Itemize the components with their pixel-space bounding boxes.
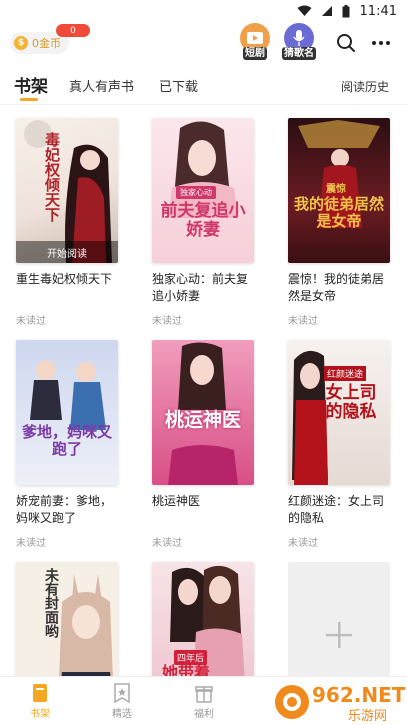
tab-audiobooks[interactable]: 真人有声书 [69,76,134,95]
reading-history-link[interactable]: 阅读历史 [341,78,389,95]
book-title: 红颜迷途：女上司的隐私 [288,494,385,525]
guess-song-label: 猜歌名 [282,47,316,60]
cover-title: 女上司的隐私 [325,383,377,422]
read-status: 未读过 [16,538,46,549]
book-card[interactable]: 红颜迷途 女上司的隐私 红颜迷途：女上司的隐私 未读过 [288,340,390,549]
plus-icon [326,621,352,648]
cover-title: 爹地，妈咪又跑了 [21,423,112,458]
book-title: 桃运神医 [152,494,201,508]
read-status: 未读过 [288,316,318,327]
short-drama-label: 短剧 [243,47,267,60]
book-cover[interactable]: 毒妃权倾天下 开始阅读 [16,118,118,263]
more-options-icon[interactable] [370,33,392,53]
book-card[interactable]: 毒妃权倾天下 开始阅读 重生毒妃权倾天下 未读过 [16,118,118,327]
read-status: 未读过 [152,316,182,327]
read-status: 未读过 [16,316,46,327]
book-title: 重生毒妃权倾天下 [16,272,113,286]
watermark-sub: 乐游网 [348,709,387,724]
cover-title: 桃运神医 [164,409,241,431]
book-cover[interactable]: 震惊 我的徒弟居然是女帝 [288,118,390,263]
book-title: 独家心动：前夫复追小娇妻 [152,272,249,303]
nav-welfare-label: 福利 [194,709,214,720]
book-card[interactable]: 震惊 我的徒弟居然是女帝 震惊！我的徒弟居然是女帝 未读过 [288,118,390,327]
nav-featured[interactable]: 精选 [102,683,142,720]
book-title: 震惊！我的徒弟居然是女帝 [288,272,385,303]
active-tab-indicator [20,98,38,101]
gift-icon [195,686,213,703]
book-cover[interactable]: 桃运神医 [152,340,254,485]
wifi-icon [297,5,312,16]
short-drama-button[interactable]: 短剧 [236,23,274,63]
top-header: $ 0金币 0 短剧 猜歌名 [0,22,407,66]
signal-icon [321,6,332,16]
guess-song-button[interactable]: 猜歌名 [280,23,318,63]
cover-title: 前夫复追小娇妻 [160,201,246,240]
book-card[interactable]: 独家心动 前夫复追小娇妻 独家心动：前夫复追小娇妻 未读过 [152,118,254,327]
tab-bookshelf[interactable]: 书架 [14,72,48,97]
start-reading-button[interactable]: 开始阅读 [16,241,118,263]
book-title: 娇宠前妻：爹地，妈咪又跑了 [16,494,113,525]
cover-tag: 红颜迷途 [324,366,367,381]
watermark-brand: 962.NET [312,683,406,707]
divider [0,104,407,105]
featured-icon [114,683,130,703]
battery-icon [342,4,350,17]
cover-tag: 震惊 [326,184,346,195]
bookshelf-icon [33,684,47,702]
status-time: 11:41 [359,3,397,19]
shelf-tabs: 书架 真人有声书 已下载 阅读历史 [0,70,407,104]
status-bar: 11:41 [0,0,407,22]
nav-bookshelf-label: 书架 [30,709,50,720]
search-icon[interactable] [336,33,356,53]
nav-featured-label: 精选 [112,709,132,720]
site-watermark-logo: 962.NET 乐游网 [270,676,407,725]
status-icons [297,4,350,18]
book-card[interactable]: 桃运神医 桃运神医 未读过 [152,340,254,549]
read-status: 未读过 [152,538,182,549]
cover-title: 毒妃权倾天下 [43,132,61,222]
cover-title: 未有封面哟 [43,568,59,638]
book-cover[interactable]: 独家心动 前夫复追小娇妻 [152,118,254,263]
coin-balance-label: 0金币 [32,37,61,50]
tab-downloaded[interactable]: 已下载 [159,76,198,95]
cover-tag: 独家心动 [176,186,216,199]
cover-title: 我的徒弟居然是女帝 [293,195,384,230]
nav-welfare[interactable]: 福利 [184,683,224,720]
cover-art [30,360,106,430]
book-card[interactable]: 爹地，妈咪又跑了 娇宠前妻：爹地，妈咪又跑了 未读过 [16,340,118,549]
coin-icon: $ [14,36,28,50]
read-status: 未读过 [288,538,318,549]
book-cover[interactable]: 爹地，妈咪又跑了 [16,340,118,485]
book-cover[interactable]: 红颜迷途 女上司的隐私 [288,340,390,485]
nav-bookshelf[interactable]: 书架 [20,683,60,720]
coin-badge: 0 [56,24,90,37]
